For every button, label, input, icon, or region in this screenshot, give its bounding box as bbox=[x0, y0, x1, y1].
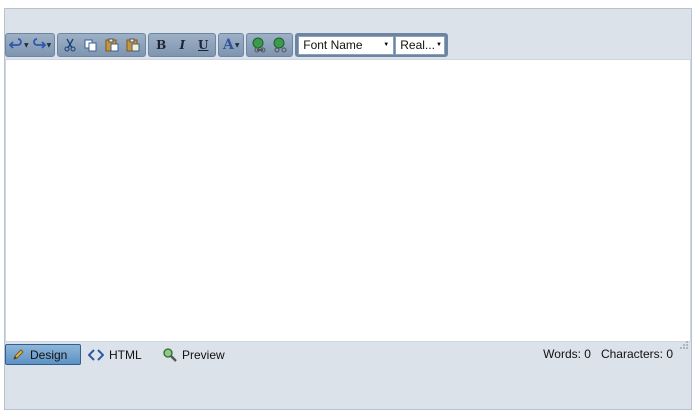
redo-dropdown-icon[interactable]: ▼ bbox=[47, 42, 52, 49]
undo-dropdown-icon[interactable]: ▼ bbox=[24, 42, 29, 49]
paste-special-icon bbox=[126, 38, 140, 52]
character-count: Characters: 0 bbox=[600, 347, 673, 361]
underline-icon: U bbox=[198, 38, 209, 52]
word-count: Words: 0 bbox=[543, 347, 591, 361]
italic-button[interactable]: I bbox=[173, 36, 191, 54]
paste-icon bbox=[105, 38, 119, 52]
tab-preview[interactable]: Preview bbox=[157, 344, 231, 365]
status-bar: Design HTML Preview Words: 0 Characters:… bbox=[5, 341, 691, 367]
document-stats: Words: 0 Characters: 0 bbox=[543, 347, 673, 361]
underline-button[interactable]: U bbox=[194, 36, 212, 54]
bold-icon: B bbox=[156, 38, 167, 52]
format-group: B I U bbox=[148, 33, 217, 57]
bold-button[interactable]: B bbox=[152, 36, 170, 54]
toolbar: ▼ ▼ B I U A ▼ Font Name ▼ Real... ▼ bbox=[5, 33, 449, 58]
undo-icon bbox=[9, 38, 22, 49]
links-group bbox=[246, 33, 294, 57]
paste-special-button[interactable] bbox=[124, 36, 142, 54]
pencil-icon bbox=[13, 349, 24, 360]
undo-button[interactable]: ▼ bbox=[9, 36, 29, 54]
font-size-select[interactable]: Real... ▼ bbox=[395, 35, 446, 55]
tab-design[interactable]: Design bbox=[5, 344, 81, 365]
history-group: ▼ ▼ bbox=[5, 33, 56, 57]
italic-icon: I bbox=[179, 38, 186, 52]
insert-link-icon bbox=[252, 37, 266, 53]
copy-button[interactable] bbox=[82, 36, 100, 54]
resize-grip-icon[interactable] bbox=[678, 341, 688, 351]
chevron-down-icon: ▼ bbox=[383, 42, 390, 48]
chevron-down-icon: ▼ bbox=[435, 42, 442, 48]
font-name-select[interactable]: Font Name ▼ bbox=[298, 35, 395, 55]
remove-link-icon bbox=[273, 37, 287, 53]
clipboard-group bbox=[57, 33, 147, 57]
redo-icon bbox=[32, 38, 46, 49]
font-combos-group: Font Name ▼ Real... ▼ bbox=[295, 33, 449, 57]
editor-content-area[interactable] bbox=[5, 59, 691, 342]
font-color-button[interactable]: A ▼ bbox=[222, 36, 240, 54]
code-icon bbox=[88, 348, 104, 361]
cut-button[interactable] bbox=[61, 36, 79, 54]
tab-preview-label: Preview bbox=[182, 347, 225, 362]
magnifier-icon bbox=[163, 347, 177, 362]
font-size-value: Real... bbox=[400, 38, 435, 52]
tab-html-label: HTML bbox=[109, 347, 142, 362]
cut-icon bbox=[64, 38, 76, 52]
font-color-dropdown-icon[interactable]: ▼ bbox=[235, 42, 240, 49]
tab-design-label: Design bbox=[30, 347, 68, 362]
font-name-value: Font Name bbox=[303, 38, 363, 52]
insert-link-button[interactable] bbox=[250, 36, 268, 54]
tab-html[interactable]: HTML bbox=[82, 344, 148, 365]
redo-button[interactable]: ▼ bbox=[32, 36, 52, 54]
paste-button[interactable] bbox=[103, 36, 121, 54]
font-color-icon: A bbox=[223, 37, 234, 53]
copy-icon bbox=[84, 39, 97, 52]
color-group: A ▼ bbox=[218, 33, 245, 57]
remove-link-button[interactable] bbox=[271, 36, 289, 54]
